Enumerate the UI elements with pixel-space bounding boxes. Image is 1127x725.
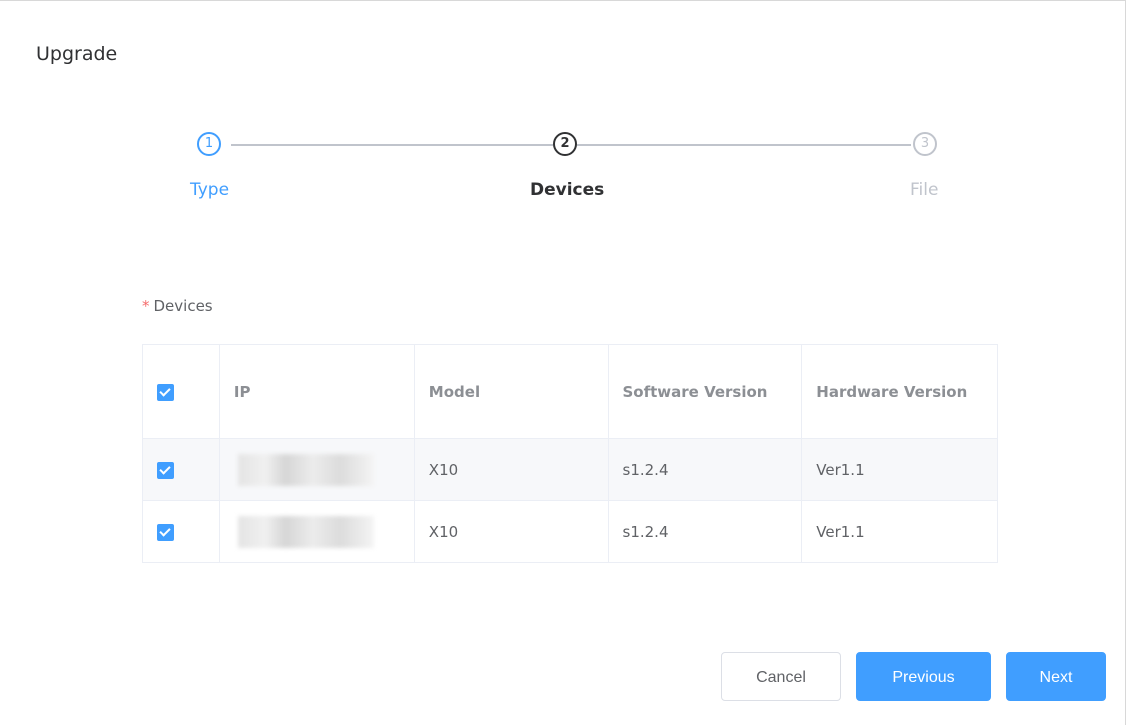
table-header-row: IP Model Software Version Hardware Versi… bbox=[142, 344, 998, 439]
upgrade-dialog: Upgrade 1 2 3 Type Devices File * Devices… bbox=[0, 0, 1126, 725]
row-checkbox[interactable] bbox=[157, 523, 174, 541]
dialog-title: Upgrade bbox=[36, 43, 118, 65]
step-connector-1 bbox=[231, 144, 553, 146]
ip-cell bbox=[218, 438, 415, 501]
redacted-ip bbox=[237, 453, 374, 486]
row-select-cell bbox=[142, 500, 220, 563]
table-row[interactable]: X10 s1.2.4 Ver1.1 bbox=[142, 438, 998, 501]
hardware-version-cell: Ver1.1 bbox=[801, 500, 998, 563]
select-all-cell bbox=[142, 344, 220, 439]
ip-cell bbox=[218, 500, 415, 563]
hardware-version-cell: Ver1.1 bbox=[801, 438, 998, 501]
step-1-icon: 1 bbox=[197, 132, 221, 156]
step-3-icon: 3 bbox=[913, 132, 937, 156]
devices-table: IP Model Software Version Hardware Versi… bbox=[142, 344, 998, 563]
cancel-button[interactable]: Cancel bbox=[721, 652, 841, 701]
software-version-cell: s1.2.4 bbox=[607, 500, 803, 563]
devices-field-label: * Devices bbox=[142, 297, 213, 315]
column-header-software-version[interactable]: Software Version bbox=[607, 344, 803, 439]
step-2-icon: 2 bbox=[553, 132, 577, 156]
model-cell: X10 bbox=[413, 438, 609, 501]
required-mark: * bbox=[142, 297, 150, 315]
row-select-cell bbox=[142, 438, 220, 501]
table-row[interactable]: X10 s1.2.4 Ver1.1 bbox=[142, 500, 998, 563]
step-1-label: Type bbox=[190, 180, 230, 200]
column-header-model[interactable]: Model bbox=[413, 344, 609, 439]
column-header-hardware-version[interactable]: Hardware Version bbox=[801, 344, 998, 439]
next-button[interactable]: Next bbox=[1006, 652, 1106, 701]
step-connector-2 bbox=[577, 144, 911, 146]
redacted-ip bbox=[237, 515, 374, 548]
devices-label-text: Devices bbox=[153, 297, 213, 315]
row-checkbox[interactable] bbox=[157, 461, 174, 479]
software-version-cell: s1.2.4 bbox=[607, 438, 803, 501]
select-all-checkbox[interactable] bbox=[157, 383, 174, 401]
step-3-label: File bbox=[910, 180, 939, 200]
model-cell: X10 bbox=[413, 500, 609, 563]
previous-button[interactable]: Previous bbox=[856, 652, 991, 701]
column-header-ip[interactable]: IP bbox=[218, 344, 415, 439]
step-2-label: Devices bbox=[530, 180, 605, 200]
